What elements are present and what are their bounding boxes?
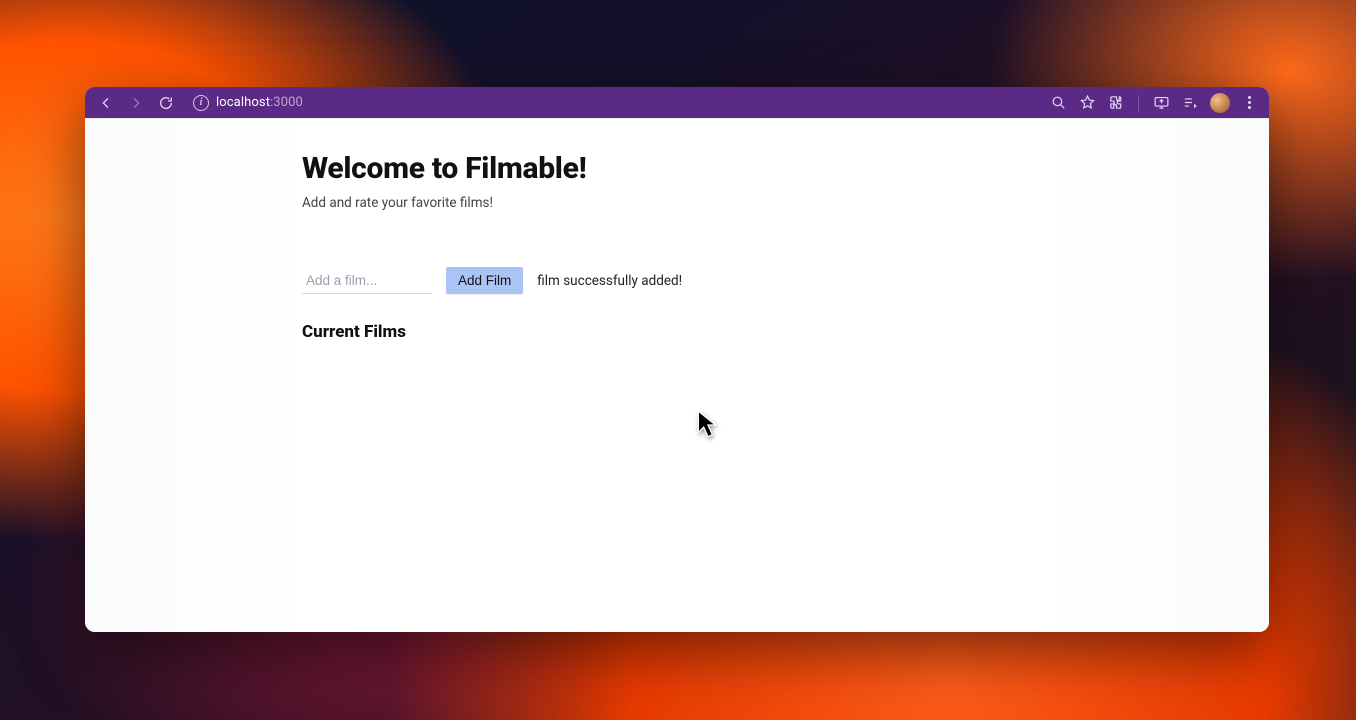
url-host: localhost [216,95,270,110]
page-content: Welcome to Filmable! Add and rate your f… [302,118,1022,632]
status-message: film successfully added! [537,273,682,289]
media-control-button[interactable] [1181,94,1199,112]
current-films-heading: Current Films [302,322,1022,342]
back-button[interactable] [93,90,119,116]
forward-button[interactable] [123,90,149,116]
screen-share-icon [1153,94,1170,111]
browser-window: i localhost:3000 [85,87,1269,632]
bookmark-button[interactable] [1078,94,1096,112]
viewport-right-shade [1029,118,1269,632]
zoom-button[interactable] [1049,94,1067,112]
toolbar-divider [1138,95,1139,111]
kebab-dot [1248,96,1251,99]
reload-button[interactable] [153,90,179,116]
add-film-button[interactable]: Add Film [446,267,523,294]
profile-avatar[interactable] [1210,93,1230,113]
url-port: :3000 [270,95,303,110]
back-icon [98,95,114,111]
browser-menu-button[interactable] [1241,96,1257,109]
url-text: localhost:3000 [216,95,303,110]
star-icon [1079,94,1096,111]
kebab-dot [1248,106,1251,109]
reload-icon [158,95,174,111]
puzzle-icon [1108,94,1125,111]
page-title: Welcome to Filmable! [302,151,1022,186]
viewport-left-shade [85,118,325,632]
zoom-icon [1050,94,1067,111]
page-subtitle: Add and rate your favorite films! [302,195,1022,211]
toolbar-right-icons [1049,93,1261,113]
forward-icon [128,95,144,111]
page-viewport: Welcome to Filmable! Add and rate your f… [85,118,1269,632]
screen-share-button[interactable] [1152,94,1170,112]
site-info-icon[interactable]: i [193,95,209,111]
kebab-dot [1248,101,1251,104]
extensions-button[interactable] [1107,94,1125,112]
add-film-row: Add Film film successfully added! [302,267,1022,294]
browser-toolbar: i localhost:3000 [85,87,1269,118]
media-control-icon [1182,94,1199,111]
address-bar[interactable]: i localhost:3000 [189,91,307,115]
